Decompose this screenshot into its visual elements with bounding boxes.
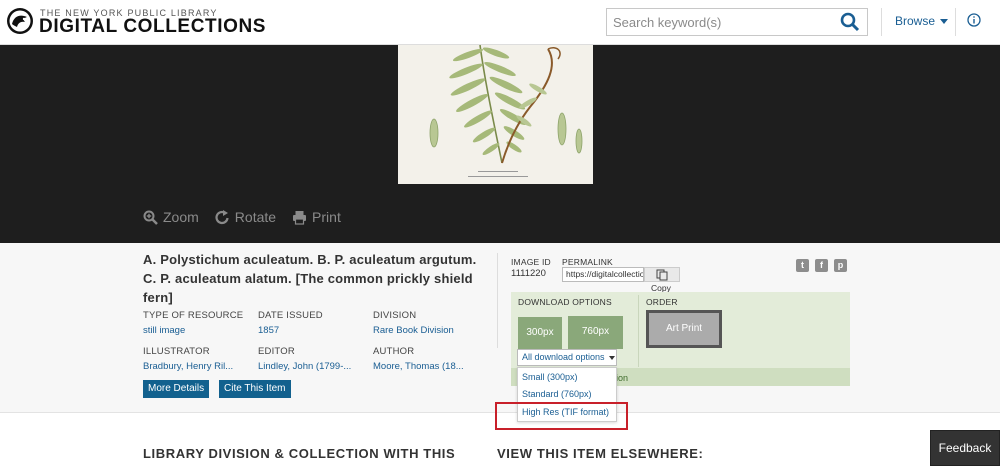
site-header: THE NEW YORK PUBLIC LIBRARY DIGITAL COLL… [0, 0, 1000, 45]
all-download-options-button[interactable]: All download options [517, 349, 617, 366]
print-button[interactable]: Print [292, 209, 341, 225]
print-icon [293, 210, 307, 225]
more-details-button[interactable]: More Details [143, 380, 210, 398]
download-small-option[interactable]: Small (300px) [522, 372, 578, 382]
copy-button[interactable] [644, 267, 680, 282]
view-elsewhere-heading: VIEW THIS ITEM ELSEWHERE: [497, 446, 704, 461]
header-divider [955, 8, 956, 36]
copy-icon [656, 269, 668, 281]
permalink-field[interactable]: https://digitalcollectio [562, 267, 644, 282]
zoom-button[interactable]: Zoom [143, 209, 199, 225]
order-label: ORDER [646, 297, 678, 307]
library-division-heading: LIBRARY DIVISION & COLLECTION WITH THIS [143, 446, 456, 461]
meta-type-of-resource-link[interactable]: still image [143, 325, 243, 336]
header-divider [881, 8, 882, 36]
search-input[interactable] [607, 9, 827, 35]
meta-division-link[interactable]: Rare Book Division [373, 325, 454, 336]
meta-author-link[interactable]: Moore, Thomas (18... [373, 361, 464, 372]
image-id-label: IMAGE ID [511, 257, 551, 267]
download-standard-option[interactable]: Standard (760px) [522, 389, 592, 399]
nypl-lion-logo-icon[interactable] [6, 7, 34, 35]
info-icon[interactable] [967, 13, 981, 27]
highlight-annotation-box [495, 402, 628, 430]
image-viewer: Zoom Rotate Print [0, 45, 1000, 243]
meta-editor: Editor Lindley, John (1799-... [258, 346, 352, 372]
info-divider [497, 253, 498, 348]
rotate-icon [215, 209, 229, 224]
fern-illustration [398, 45, 593, 184]
rotate-label: Rotate [234, 209, 277, 225]
facebook-icon[interactable]: f [815, 259, 828, 272]
print-label: Print [312, 209, 341, 225]
meta-illustrator: Illustrator Bradbury, Henry Ril... [143, 346, 234, 372]
meta-editor-link[interactable]: Lindley, John (1799-... [258, 361, 351, 372]
search-icon[interactable] [839, 12, 861, 32]
viewer-toolbar: Zoom Rotate Print [143, 209, 341, 225]
download-760px-button[interactable]: 760px [568, 316, 623, 349]
download-300px-button[interactable]: 300px [518, 317, 562, 349]
twitter-icon[interactable]: t [796, 259, 809, 272]
logo-title[interactable]: DIGITAL COLLECTIONS [39, 16, 266, 38]
zoom-icon [143, 210, 158, 225]
meta-type-of-resource: Type of Resource still image [143, 310, 244, 336]
pinterest-icon[interactable]: p [834, 259, 847, 272]
cite-item-button[interactable]: Cite This Item [219, 380, 291, 398]
browse-menu[interactable]: Browse [895, 14, 949, 28]
image-id-value: 1111220 [511, 268, 546, 279]
item-info-section: A. Polystichum aculeatum. B. P. aculeatu… [0, 243, 1000, 413]
meta-author: Author Moore, Thomas (18... [373, 346, 464, 372]
feedback-button[interactable]: Feedback [930, 430, 1000, 466]
meta-date-issued-link[interactable]: 1857 [258, 325, 323, 336]
permalink-label: PERMALINK [562, 257, 613, 267]
caret-down-icon [608, 355, 615, 360]
fern-plate-image[interactable] [398, 45, 593, 184]
meta-date-issued: Date Issued 1857 [258, 310, 323, 336]
rotate-button[interactable]: Rotate [215, 209, 276, 225]
download-options-label: DOWNLOAD OPTIONS [518, 297, 612, 307]
search-box [606, 8, 868, 36]
caret-down-icon [940, 19, 949, 25]
strip-text: ion [616, 373, 629, 383]
meta-illustrator-link[interactable]: Bradbury, Henry Ril... [143, 361, 233, 372]
panel-divider [638, 295, 639, 367]
art-print-button[interactable]: Art Print [646, 310, 722, 348]
item-title: A. Polystichum aculeatum. B. P. aculeatu… [143, 252, 477, 305]
zoom-label: Zoom [163, 209, 199, 225]
meta-division: Division Rare Book Division [373, 310, 454, 336]
